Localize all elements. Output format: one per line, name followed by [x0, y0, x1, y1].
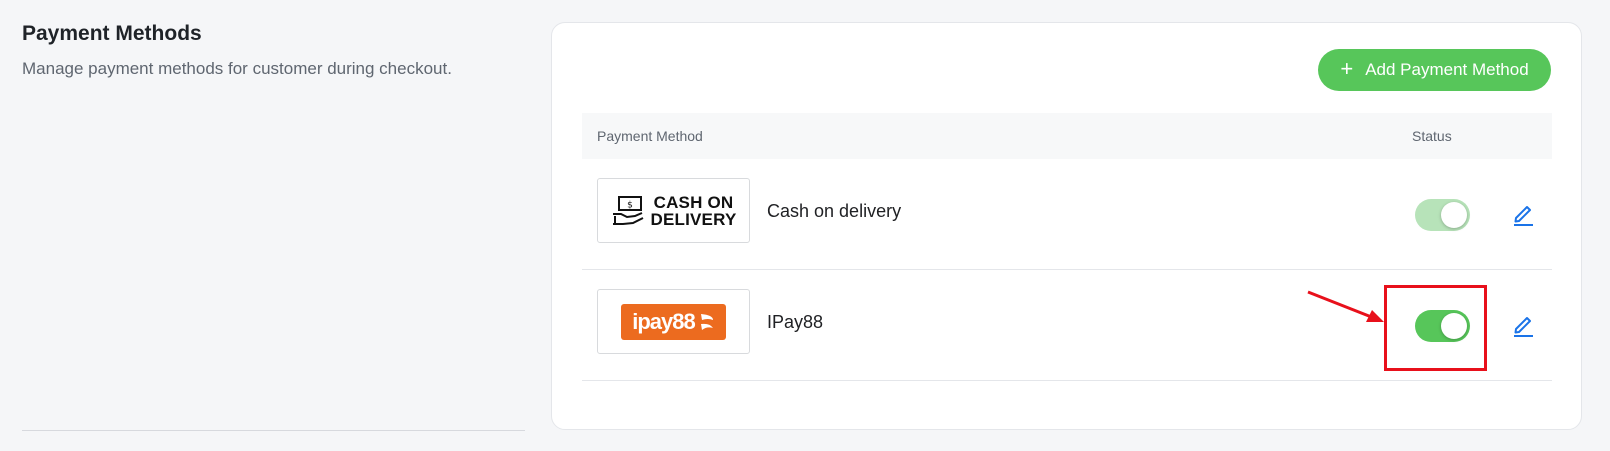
table-row: $ CASH ON DELIVERY Cash on delivery — [582, 159, 1552, 270]
edit-icon[interactable] — [1510, 310, 1536, 338]
toggle-knob — [1441, 202, 1467, 228]
ipay88-swoosh-icon — [700, 313, 713, 330]
cod-logo-text-line1: CASH ON — [653, 192, 734, 212]
edit-icon[interactable] — [1510, 199, 1536, 227]
annotation-arrow-icon — [1307, 290, 1384, 322]
section-title: Payment Methods — [22, 22, 202, 45]
plus-icon: + — [1340, 56, 1354, 81]
cash-hand-icon: $ — [612, 195, 643, 225]
add-payment-method-label: Add Payment Method — [1365, 60, 1529, 79]
svg-text:$: $ — [627, 200, 633, 210]
cash-on-delivery-logo: $ CASH ON DELIVERY — [597, 178, 750, 243]
section-info: Payment Methods Manage payment methods f… — [22, 20, 525, 80]
annotation-highlight-box — [1384, 285, 1487, 371]
payment-methods-page: Payment Methods Manage payment methods f… — [0, 0, 1610, 451]
divider — [22, 430, 525, 431]
ipay88-logo-text: ipay88 — [632, 308, 695, 334]
ipay88-logo: ipay88 — [597, 289, 750, 354]
section-description: Manage payment methods for customer duri… — [22, 59, 452, 78]
cod-logo-text-line2: DELIVERY — [650, 209, 737, 229]
payment-method-name: Cash on delivery — [767, 201, 902, 221]
column-header-payment-method: Payment Method — [597, 128, 703, 144]
add-payment-method-button[interactable]: + Add Payment Method — [1318, 49, 1551, 91]
status-toggle-cash-on-delivery[interactable] — [1415, 199, 1470, 231]
payment-method-name: IPay88 — [767, 312, 824, 332]
table-header: Payment Method Status — [582, 113, 1552, 159]
column-header-status: Status — [1412, 128, 1452, 144]
